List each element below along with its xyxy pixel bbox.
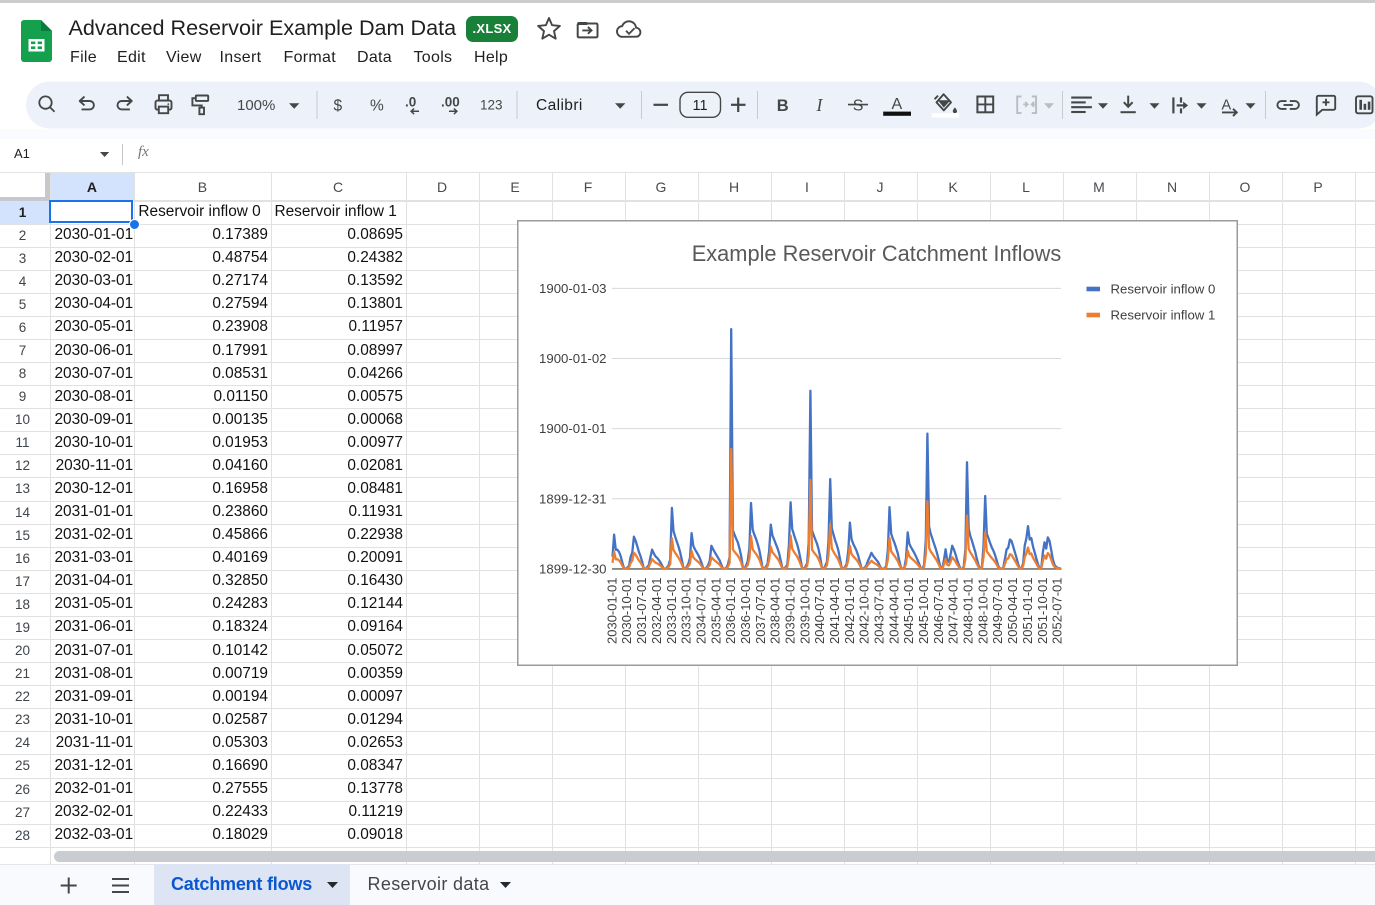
svg-text:Example Reservoir Catchment In: Example Reservoir Catchment Inflows [691,241,1061,266]
svg-text:2045-01-01: 2045-01-01 [901,577,916,644]
svg-text:A: A [892,96,903,113]
svg-text:2030-01-01: 2030-01-01 [604,577,619,644]
svg-text:2046-07-01: 2046-07-01 [930,577,945,644]
svg-text:2050-04-01: 2050-04-01 [1005,577,1020,644]
svg-text:2030-10-01: 2030-10-01 [619,577,634,644]
svg-text:2042-01-01: 2042-01-01 [841,577,856,644]
svg-text:S: S [853,98,864,115]
svg-text:2051-01-01: 2051-01-01 [1019,577,1034,644]
svg-text:2045-10-01: 2045-10-01 [916,577,931,644]
svg-text:1900-01-02: 1900-01-02 [539,351,606,366]
svg-text:2044-04-01: 2044-04-01 [886,577,901,644]
svg-text:2036-10-01: 2036-10-01 [738,577,753,644]
svg-text:123: 123 [480,97,503,112]
svg-text:1900-01-03: 1900-01-03 [539,281,606,296]
svg-text:11: 11 [692,98,707,114]
svg-text:I: I [816,95,824,115]
svg-text:2033-01-01: 2033-01-01 [663,577,678,644]
svg-text:1899-12-30: 1899-12-30 [539,561,606,576]
svg-text:2033-10-01: 2033-10-01 [678,577,693,644]
svg-text:1900-01-01: 1900-01-01 [539,421,606,436]
svg-text:2039-10-01: 2039-10-01 [797,577,812,644]
svg-text:.00: .00 [441,94,460,109]
svg-text:2041-04-01: 2041-04-01 [827,577,842,644]
svg-text:2037-07-01: 2037-07-01 [752,577,767,644]
svg-text:2039-01-01: 2039-01-01 [782,577,797,644]
svg-text:2035-04-01: 2035-04-01 [708,577,723,644]
svg-text:2043-07-01: 2043-07-01 [871,577,886,644]
svg-text:2048-10-01: 2048-10-01 [975,577,990,644]
svg-text:2048-01-01: 2048-01-01 [960,577,975,644]
svg-text:2032-04-01: 2032-04-01 [648,577,663,644]
svg-text:2042-10-01: 2042-10-01 [856,577,871,644]
svg-text:B: B [777,97,789,115]
svg-text:2040-07-01: 2040-07-01 [812,577,827,644]
svg-text:2047-04-01: 2047-04-01 [945,577,960,644]
svg-text:1899-12-31: 1899-12-31 [539,491,606,506]
svg-text:2034-07-01: 2034-07-01 [693,577,708,644]
svg-text:%: % [370,97,384,114]
svg-text:Reservoir inflow 1: Reservoir inflow 1 [1110,307,1215,322]
svg-text:2031-07-01: 2031-07-01 [634,577,649,644]
svg-text:100%: 100% [237,97,275,114]
svg-text:2051-10-01: 2051-10-01 [1034,577,1049,644]
svg-text:2052-07-01: 2052-07-01 [1049,577,1064,644]
svg-text:.0: .0 [405,94,416,109]
svg-text:Calibri: Calibri [536,97,583,114]
svg-text:$: $ [334,97,343,114]
svg-text:2038-04-01: 2038-04-01 [767,577,782,644]
svg-text:A: A [1222,97,1232,113]
svg-text:2036-01-01: 2036-01-01 [723,577,738,644]
svg-text:2049-07-01: 2049-07-01 [990,577,1005,644]
svg-text:Reservoir inflow 0: Reservoir inflow 0 [1110,281,1215,296]
